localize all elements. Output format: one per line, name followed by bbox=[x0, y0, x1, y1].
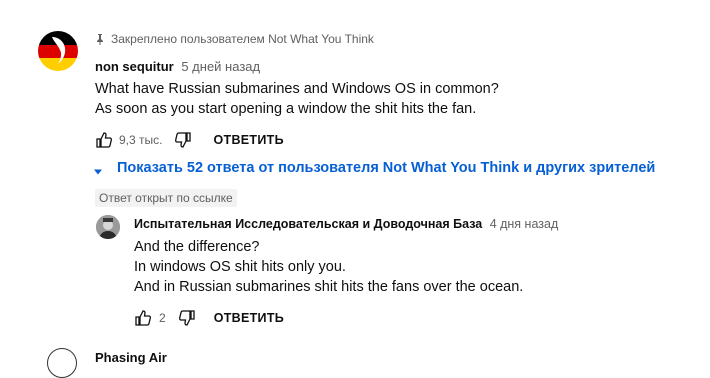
show-replies-label: Показать 52 ответа от пользователя Not W… bbox=[117, 160, 656, 176]
reply-line: And in Russian submarines shit hits the … bbox=[134, 279, 524, 295]
avatar[interactable] bbox=[96, 215, 120, 239]
reply-author[interactable]: Испытательная Исследовательская и Доводо… bbox=[134, 217, 482, 231]
like-icon[interactable] bbox=[95, 131, 113, 149]
pin-icon bbox=[95, 33, 105, 45]
comment-actions: 9,3 тыс. ОТВЕТИТЬ bbox=[95, 131, 284, 149]
like-count: 9,3 тыс. bbox=[119, 133, 163, 147]
like-count: 2 bbox=[159, 311, 166, 325]
reply-line: And the difference? bbox=[134, 239, 260, 255]
comment-author[interactable]: non sequitur bbox=[95, 59, 174, 74]
avatar[interactable] bbox=[47, 348, 77, 378]
reply-button[interactable]: ОТВЕТИТЬ bbox=[213, 133, 283, 147]
reply-actions: 2 ОТВЕТИТЬ bbox=[134, 309, 284, 327]
dislike-icon[interactable] bbox=[178, 309, 196, 327]
reply-button[interactable]: ОТВЕТИТЬ bbox=[214, 311, 284, 325]
like-icon[interactable] bbox=[134, 309, 152, 327]
comment-line: What have Russian submarines and Windows… bbox=[95, 81, 499, 97]
comment-line: As soon as you start opening a window th… bbox=[95, 101, 477, 117]
chevron-down-icon bbox=[93, 164, 103, 175]
avatar[interactable] bbox=[38, 31, 78, 71]
reply-header: Испытательная Исследовательская и Доводо… bbox=[134, 217, 558, 231]
comment-header: non sequitur 5 дней назад bbox=[95, 59, 260, 74]
reply-line: In windows OS shit hits only you. bbox=[134, 259, 346, 275]
pinned-label: Закреплено пользователем Not What You Th… bbox=[95, 32, 374, 46]
dislike-icon[interactable] bbox=[174, 131, 192, 149]
comment-time[interactable]: 5 дней назад bbox=[181, 59, 260, 74]
show-replies-button[interactable]: Показать 52 ответа от пользователя Not W… bbox=[93, 160, 655, 176]
reply-time[interactable]: 4 дня назад bbox=[490, 217, 559, 231]
pinned-text: Закреплено пользователем Not What You Th… bbox=[111, 32, 374, 46]
linked-reply-badge: Ответ открыт по ссылке bbox=[95, 189, 237, 207]
